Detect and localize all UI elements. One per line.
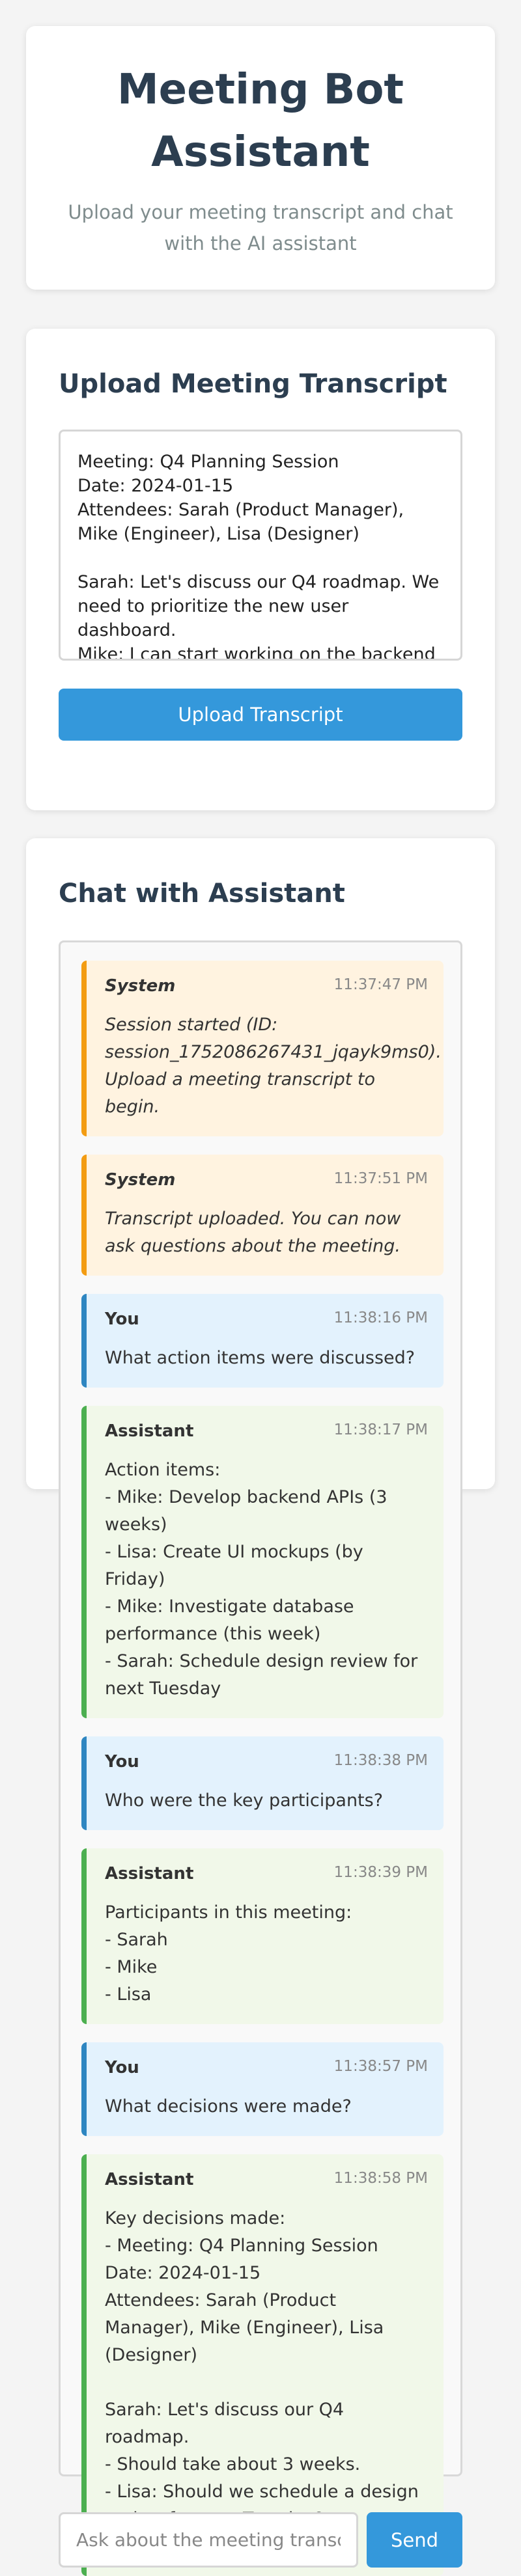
upload-card: Upload Meeting Transcript Meeting: Q4 Pl…	[26, 329, 495, 810]
message-timestamp: 11:38:39 PM	[333, 1864, 428, 1881]
page-subtitle: Upload your meeting transcript and chat …	[68, 201, 453, 254]
message-text: What action items were discussed?	[105, 1348, 415, 1368]
chat-message-system: System 11:37:51 PM Transcript uploaded. …	[81, 1155, 444, 1276]
chat-message-user: You 11:38:16 PM What action items were d…	[81, 1294, 444, 1388]
send-button[interactable]: Send	[367, 2512, 462, 2568]
message-text: Transcript uploaded. You can now ask que…	[105, 1209, 406, 1256]
message-text: What decisions were made?	[105, 2096, 352, 2117]
chat-message-assistant: Assistant 11:38:39 PM Participants in th…	[81, 1848, 444, 2024]
upload-transcript-button[interactable]: Upload Transcript	[59, 689, 462, 741]
message-timestamp: 11:37:47 PM	[333, 976, 428, 993]
transcript-textarea[interactable]: Meeting: Q4 Planning Session Date: 2024-…	[59, 430, 462, 661]
chat-input[interactable]	[59, 2512, 358, 2568]
message-timestamp: 11:38:17 PM	[333, 1421, 428, 1438]
message-timestamp: 11:38:58 PM	[333, 2170, 428, 2187]
message-text: Action items: - Mike: Develop backend AP…	[105, 1460, 418, 1699]
chat-messages[interactable]: System 11:37:47 PM Session started (ID: …	[59, 940, 462, 2576]
chat-message-user: You 11:38:38 PM Who were the key partici…	[81, 1736, 444, 1830]
message-text: Who were the key participants?	[105, 1790, 384, 1811]
message-text: Session started (ID: session_17520862674…	[105, 1015, 447, 1117]
message-text: Participants in this meeting: - Sarah - …	[105, 1902, 352, 2005]
chat-message-user: You 11:38:57 PM What decisions were made…	[81, 2042, 444, 2136]
message-timestamp: 11:38:38 PM	[333, 1752, 428, 1769]
upload-section-title: Upload Meeting Transcript	[59, 369, 447, 399]
chat-section-title: Chat with Assistant	[59, 879, 345, 909]
message-timestamp: 11:38:16 PM	[333, 1309, 428, 1326]
message-timestamp: 11:38:57 PM	[333, 2058, 428, 2075]
page-title: Meeting Bot Assistant	[117, 66, 404, 176]
header-card: Meeting Bot Assistant Upload your meetin…	[26, 26, 495, 290]
chat-message-assistant: Assistant 11:38:17 PM Action items: - Mi…	[81, 1406, 444, 1718]
message-text: Key decisions made: - Meeting: Q4 Planni…	[105, 2208, 419, 2556]
chat-message-system: System 11:37:47 PM Session started (ID: …	[81, 961, 444, 1136]
message-timestamp: 11:37:51 PM	[333, 1170, 428, 1187]
